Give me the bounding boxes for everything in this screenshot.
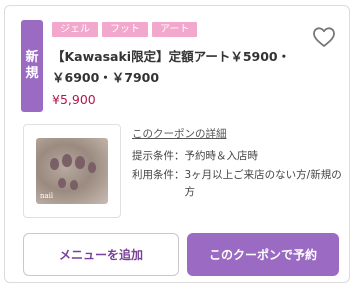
usage-condition: 利用条件： 3ヶ月以上ご来店のない方/新規の方 bbox=[132, 167, 347, 201]
new-badge-char-2: 規 bbox=[25, 66, 39, 81]
tag-gel: ジェル bbox=[52, 22, 98, 37]
coupon-thumbnail[interactable]: nail bbox=[23, 124, 121, 218]
usage-condition-value: 3ヶ月以上ご来店のない方/新規の方 bbox=[184, 169, 342, 198]
usage-condition-label: 利用条件： bbox=[132, 169, 185, 181]
coupon-title-line-2: ￥6900・￥7900 bbox=[52, 70, 160, 85]
thumbnail-caption: nail bbox=[40, 192, 54, 200]
coupon-price: ¥5,900 bbox=[52, 92, 96, 107]
new-badge-char-1: 新 bbox=[25, 50, 39, 65]
add-menu-button[interactable]: メニューを追加 bbox=[23, 233, 179, 276]
tag-art: アート bbox=[152, 22, 198, 37]
heart-outline-icon[interactable] bbox=[312, 26, 336, 48]
coupon-card: 新 規 ジェル フット アート 【Kawasaki限定】定額アート￥5900・ … bbox=[4, 5, 350, 283]
nail-photo: nail bbox=[36, 138, 108, 204]
tag-foot: フット bbox=[102, 22, 148, 37]
coupon-detail-link[interactable]: このクーポンの詳細 bbox=[132, 126, 227, 141]
coupon-title-line-1: 【Kawasaki限定】定額アート￥5900・ bbox=[52, 49, 291, 64]
coupon-title: 【Kawasaki限定】定額アート￥5900・ ￥6900・￥7900 bbox=[52, 46, 302, 88]
presentation-condition: 提示条件：予約時＆入店時 bbox=[132, 148, 258, 165]
presentation-condition-label: 提示条件： bbox=[132, 150, 185, 162]
category-tags: ジェル フット アート bbox=[52, 22, 198, 37]
presentation-condition-value: 予約時＆入店時 bbox=[184, 150, 259, 162]
new-badge: 新 規 bbox=[21, 20, 43, 112]
reserve-with-coupon-button[interactable]: このクーポンで予約 bbox=[187, 233, 339, 276]
